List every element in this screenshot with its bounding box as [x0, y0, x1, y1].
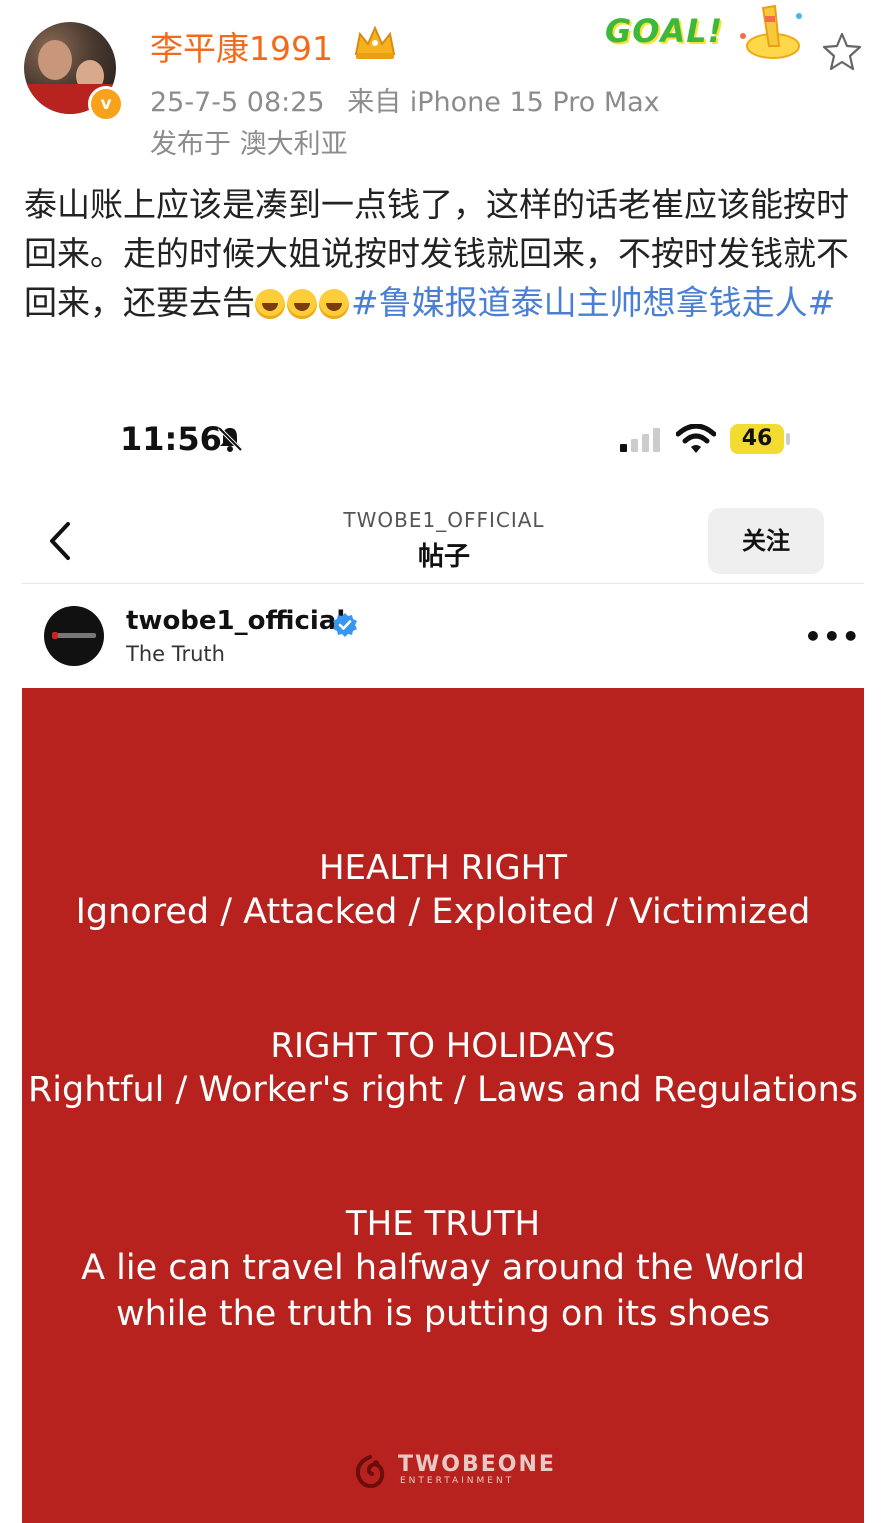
post-image-card: HEALTH RIGHT Ignored / Attacked / Exploi… — [22, 688, 864, 1523]
more-options-icon[interactable]: ••• — [804, 620, 861, 653]
card-subline: A lie can travel halfway around the Worl… — [81, 1248, 805, 1288]
verified-check-icon — [333, 613, 357, 637]
card-subline: Ignored / Attacked / Exploited / Victimi… — [75, 892, 811, 932]
nav-divider — [22, 583, 864, 584]
nav-account-name: TWOBE1_OFFICIAL — [343, 508, 545, 532]
post-body: 泰山账上应该是凑到一点钱了，这样的话老崔应该能按时回来。走的时候大姐说按时发钱就… — [24, 180, 869, 327]
battery-indicator: 46 — [730, 424, 784, 454]
card-heading: RIGHT TO HOLIDAYS — [270, 1026, 616, 1066]
battery-cap — [786, 433, 790, 445]
twobeone-logo: TWOBEONE ENTERTAINMENT — [352, 1450, 554, 1494]
card-subline: Rightful / Worker's right / Laws and Reg… — [27, 1070, 859, 1110]
post-source: 来自 iPhone 15 Pro Max — [347, 87, 660, 118]
laugh-cry-emoji-icon — [255, 289, 285, 319]
post-datetime: 25-7-5 08:25 — [150, 87, 325, 118]
ig-subtitle: The Truth — [126, 642, 225, 666]
goal-badge-text: GOAL! — [605, 12, 724, 50]
logo-wordmark: TWOBEONE — [398, 1452, 556, 1477]
crown-icon — [354, 25, 396, 59]
card-subline: while the truth is putting on its shoes — [115, 1294, 771, 1334]
bell-muted-icon — [217, 426, 243, 452]
post-location: 发布于 澳大利亚 — [150, 129, 348, 160]
trophy-cup-icon — [740, 4, 802, 59]
verified-badge: v — [88, 86, 124, 122]
back-arrow-icon[interactable] — [44, 520, 78, 562]
hashtag-link[interactable]: #鲁媒报道泰山主帅想拿钱走人# — [351, 283, 835, 322]
status-time: 11:56 — [120, 420, 222, 458]
laugh-cry-emoji-icon — [287, 289, 317, 319]
follow-button[interactable]: 关注 — [708, 508, 824, 574]
ig-username[interactable]: twobe1_official — [126, 606, 345, 636]
card-heading: THE TRUTH — [345, 1204, 541, 1244]
ig-account-avatar[interactable] — [44, 606, 104, 666]
card-heading: HEALTH RIGHT — [318, 848, 568, 888]
author-name[interactable]: 李平康1991 — [150, 22, 333, 70]
dragon-logo-icon — [355, 1455, 385, 1489]
nav-title: 帖子 — [417, 542, 470, 572]
wifi-icon — [676, 424, 716, 453]
favorite-star-icon[interactable] — [820, 30, 864, 74]
logo-subtext: ENTERTAINMENT — [400, 1476, 515, 1486]
post-meta: 25-7-5 08:25 来自 iPhone 15 Pro Max — [150, 80, 660, 119]
laugh-cry-emoji-icon — [319, 289, 349, 319]
cell-signal-icon — [620, 428, 660, 452]
